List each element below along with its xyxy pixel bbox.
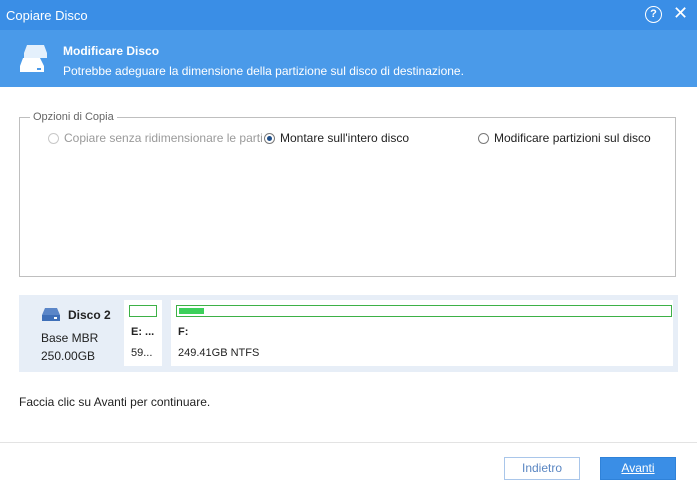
close-icon[interactable]: ✕	[673, 4, 688, 22]
partition-e[interactable]: E: ... 59...	[124, 300, 162, 366]
partition-info: 59...	[131, 347, 153, 359]
radio-button[interactable]	[264, 132, 275, 144]
disk-copy-icon	[20, 45, 47, 72]
radio-fit-entire-disk[interactable]: Montare sull'intero disco	[264, 131, 409, 145]
partition-usage-bar	[129, 305, 157, 317]
radio-copy-without-resize[interactable]: Copiare senza ridimensionare le parti	[48, 131, 263, 145]
partition-usage-bar	[176, 305, 672, 317]
disk-map: Disco 2 Base MBR 250.00GB E: ... 59... F…	[19, 295, 678, 372]
help-icon[interactable]: ?	[645, 6, 662, 23]
disk-info[interactable]: Disco 2 Base MBR 250.00GB	[19, 295, 121, 372]
header-subtitle: Potrebbe adeguare la dimensione della pa…	[63, 64, 464, 78]
disk-size: 250.00GB	[41, 349, 96, 363]
window-title: Copiare Disco	[6, 8, 88, 23]
radio-label: Copiare senza ridimensionare le parti	[64, 131, 263, 145]
partition-letter: F:	[178, 326, 189, 338]
radio-label: Montare sull'intero disco	[280, 131, 410, 145]
partition-f[interactable]: F: 249.41GB NTFS	[171, 300, 673, 366]
partition-usage-fill	[179, 308, 204, 314]
divider	[0, 442, 697, 443]
radio-button[interactable]	[48, 132, 59, 144]
wizard-header: Modificare Disco Potrebbe adeguare la di…	[0, 30, 697, 87]
partition-letter: E: ...	[131, 326, 155, 338]
hint-text: Faccia clic su Avanti per continuare.	[19, 395, 211, 409]
radio-label: Modificare partizioni sul disco	[494, 131, 651, 145]
back-button[interactable]: Indietro	[504, 457, 580, 480]
copy-options-legend: Opzioni di Copia	[33, 111, 114, 123]
partition-info: 249.41GB NTFS	[178, 347, 260, 359]
header-title: Modificare Disco	[63, 44, 160, 58]
radio-button[interactable]	[478, 132, 489, 144]
radio-edit-partitions[interactable]: Modificare partizioni sul disco	[478, 131, 651, 145]
title-bar: Copiare Disco ? ✕	[0, 0, 697, 30]
disk-type: Base MBR	[41, 331, 99, 345]
next-button[interactable]: Avanti	[600, 457, 676, 480]
next-button-label: Avanti	[621, 461, 655, 475]
hard-disk-icon	[42, 308, 60, 321]
disk-name: Disco 2	[68, 308, 111, 322]
